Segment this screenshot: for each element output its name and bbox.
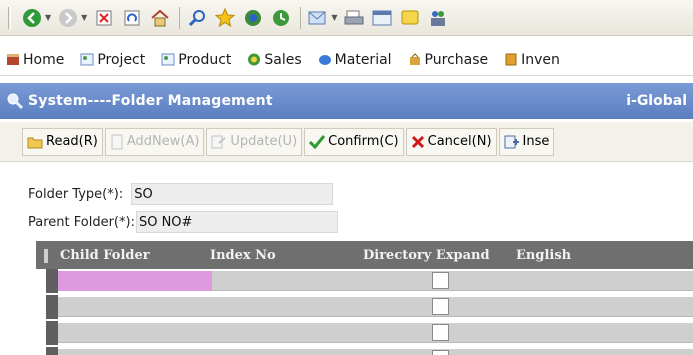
page-title-bar: System----Folder Management i-Global [0, 83, 693, 119]
new-document-icon [110, 134, 124, 150]
menu-item-label: Product [178, 51, 232, 68]
mail-dropdown-icon[interactable]: ▼ [331, 13, 337, 22]
folder-type-row: Folder Type(*): SO [28, 183, 334, 205]
menu-item-label: Home [23, 51, 65, 68]
menu-item-label: Purchase [424, 51, 489, 68]
directory-expand-checkbox[interactable] [432, 298, 449, 315]
product-icon [161, 53, 175, 66]
confirm-button[interactable]: Confirm(C) [304, 127, 404, 156]
action-toolbar: Read(R) AddNew(A) Update(U) Confirm(C) C… [0, 122, 693, 162]
child-folder-cell-selected[interactable] [58, 271, 212, 291]
menu-item-label: Project [97, 51, 146, 68]
forward-icon[interactable] [57, 7, 79, 29]
menu-item-purchase[interactable]: Purchase [408, 51, 489, 68]
mail-icon[interactable] [307, 7, 329, 29]
column-header-directory-expand[interactable]: Directory Expand [363, 241, 490, 269]
system-icon [7, 93, 24, 110]
toolbar-separator [179, 6, 181, 29]
module-menu-bar: Home Project Product Sales Material Purc… [0, 44, 693, 76]
inventory-icon [505, 53, 517, 66]
read-label: Read(R) [46, 134, 98, 149]
table-row[interactable] [36, 295, 693, 319]
read-button[interactable]: Read(R) [22, 127, 103, 156]
insert-label: Inse [522, 134, 550, 149]
addnew-button[interactable]: AddNew(A) [104, 127, 205, 156]
folder-type-field[interactable]: SO [131, 183, 334, 205]
directory-expand-checkbox[interactable] [432, 272, 449, 289]
refresh-icon[interactable] [121, 7, 143, 29]
stop-icon[interactable] [93, 7, 115, 29]
row-cells[interactable] [58, 323, 693, 343]
update-document-icon [211, 134, 227, 150]
menu-item-project[interactable]: Project [80, 52, 145, 68]
column-header-child-folder[interactable]: Child Folder [60, 241, 150, 269]
cancel-button[interactable]: Cancel(N) [405, 127, 497, 156]
menu-item-inventory[interactable]: Inven [504, 52, 560, 68]
checkmark-icon [309, 134, 326, 149]
media-icon[interactable] [242, 7, 264, 29]
row-selector[interactable] [46, 295, 58, 319]
table-row[interactable] [36, 347, 693, 355]
insert-row-icon [504, 135, 520, 149]
addnew-label: AddNew(A) [126, 134, 200, 149]
row-cells[interactable] [58, 297, 693, 317]
row-cells[interactable] [58, 349, 693, 355]
menu-item-home[interactable]: Home [6, 52, 64, 68]
forward-dropdown-icon[interactable]: ▼ [81, 13, 87, 22]
table-row[interactable] [36, 321, 693, 345]
directory-expand-checkbox[interactable] [432, 350, 449, 355]
cancel-label: Cancel(N) [427, 134, 492, 149]
sales-icon [248, 53, 261, 66]
print-icon[interactable] [343, 7, 365, 29]
grid-header-marker [44, 249, 48, 263]
grid-header: Child Folder Index No Directory Expand E… [36, 241, 693, 269]
menu-item-sales[interactable]: Sales [247, 51, 302, 68]
purchase-icon [409, 53, 420, 65]
menu-item-label: Sales [264, 51, 302, 68]
update-button[interactable]: Update(U) [206, 127, 303, 156]
home-icon[interactable] [149, 7, 171, 29]
menu-item-product[interactable]: Product [161, 52, 231, 68]
menu-item-label: Inven [521, 51, 560, 68]
back-icon[interactable] [21, 7, 43, 29]
folder-type-label: Folder Type(*): [28, 186, 124, 202]
edit-icon[interactable] [371, 7, 393, 29]
directory-expand-checkbox[interactable] [432, 324, 449, 341]
insert-button[interactable]: Inse [498, 127, 555, 156]
row-selector[interactable] [46, 347, 58, 355]
column-header-index-no[interactable]: Index No [210, 241, 276, 269]
back-dropdown-icon[interactable]: ▼ [45, 13, 51, 22]
page-title: System----Folder Management [28, 93, 273, 109]
confirm-label: Confirm(C) [328, 134, 399, 149]
parent-folder-label: Parent Folder(*): [28, 214, 135, 230]
toolbar-separator [300, 6, 302, 29]
project-icon [80, 53, 94, 66]
menu-item-label: Material [334, 51, 392, 68]
parent-folder-field[interactable]: SO NO# [135, 211, 338, 233]
row-selector[interactable] [46, 269, 58, 293]
brand-label: i-Global [626, 93, 687, 109]
open-folder-icon [27, 135, 43, 149]
favorites-icon[interactable] [214, 7, 236, 29]
browser-toolbar: ▼ ▼ ▼ [0, 0, 693, 36]
history-icon[interactable] [270, 7, 292, 29]
menu-item-material[interactable]: Material [318, 52, 392, 68]
material-icon [318, 55, 331, 65]
parent-folder-row: Parent Folder(*): SO NO# [28, 211, 338, 233]
row-selector[interactable] [46, 321, 58, 345]
update-label: Update(U) [230, 134, 298, 149]
table-row[interactable] [36, 269, 693, 293]
column-header-english[interactable]: English [516, 241, 571, 269]
search-icon[interactable] [186, 7, 208, 29]
messenger-icon[interactable] [427, 7, 449, 29]
child-folder-grid: Child Folder Index No Directory Expand E… [36, 241, 693, 355]
home-menu-icon [7, 54, 19, 65]
discuss-icon[interactable] [399, 7, 421, 29]
toolbar-grip[interactable] [8, 6, 11, 29]
cancel-x-icon [411, 135, 425, 149]
